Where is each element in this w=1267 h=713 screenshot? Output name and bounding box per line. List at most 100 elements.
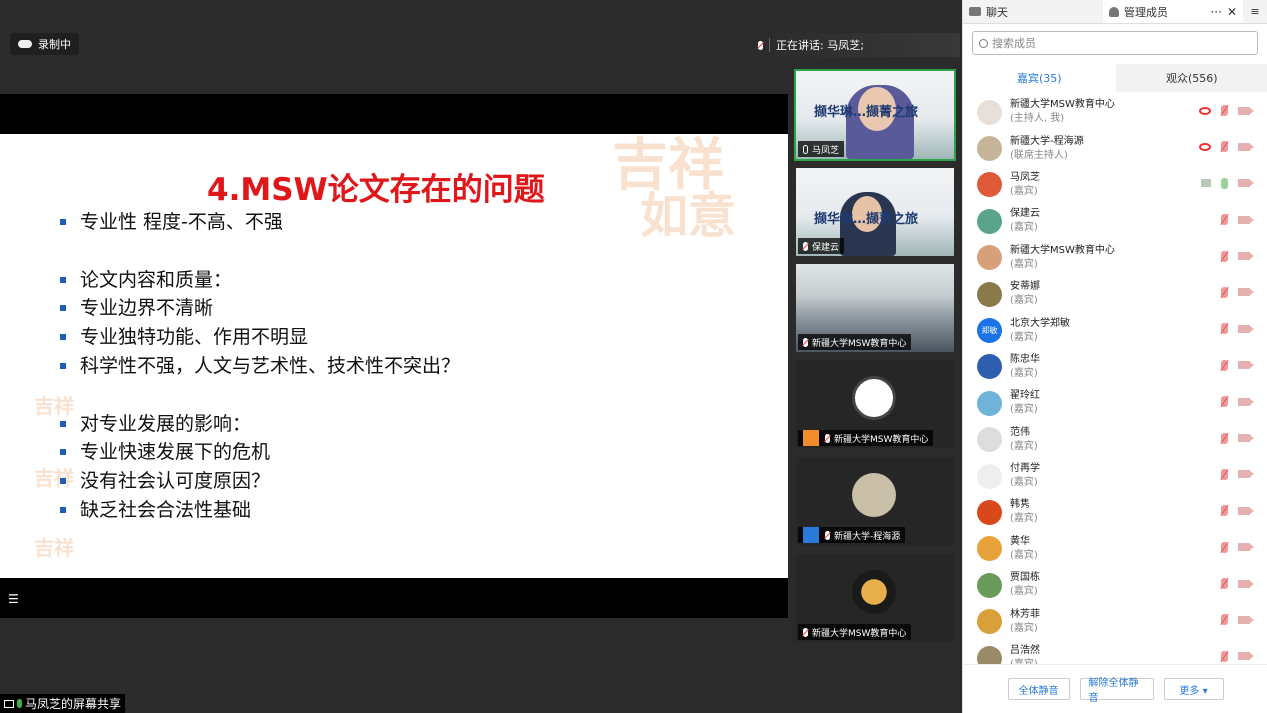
member-row[interactable]: 马凤芝 (嘉宾) <box>963 167 1267 203</box>
camera-off-icon[interactable] <box>1238 288 1254 297</box>
video-tile[interactable]: 撷华琳…撷菁之旅 保建云 <box>796 168 954 256</box>
tab-audience[interactable]: 观众(556) <box>1115 64 1267 92</box>
member-info: 新疆大学MSW教育中心 (嘉宾) <box>1010 244 1115 272</box>
eye-icon[interactable] <box>1199 142 1211 151</box>
member-row[interactable]: 付再学 (嘉宾) <box>963 458 1267 494</box>
camera-off-icon[interactable] <box>1238 506 1254 515</box>
member-row[interactable]: 吕浩然(嘉宾) <box>963 640 1267 664</box>
member-controls <box>1199 105 1254 116</box>
video-tile[interactable]: 撷华琳…撷菁之旅 马凤芝 <box>794 69 956 161</box>
mic-muted-icon[interactable] <box>1221 141 1228 153</box>
more-icon[interactable]: ··· <box>1210 5 1221 19</box>
member-name: 付再学 <box>1010 463 1040 475</box>
mic-muted-icon[interactable] <box>1221 105 1228 116</box>
video-tile[interactable]: 新疆大学MSW教育中心 <box>796 554 954 642</box>
video-tile-name: 新疆大学MSW教育中心 <box>812 338 907 349</box>
camera-off-icon[interactable] <box>1238 179 1254 188</box>
member-row[interactable]: 新疆大学-程海源 (联席主持人) <box>963 130 1267 166</box>
video-tile[interactable]: 新疆大学-程海源 <box>796 457 954 545</box>
member-name: 陈忠华 <box>1010 353 1040 365</box>
member-row[interactable]: 安蒂娜 (嘉宾) <box>963 276 1267 312</box>
search-input[interactable]: 搜索成员 <box>972 31 1258 55</box>
avatar <box>977 208 1002 234</box>
camera-off-icon[interactable] <box>1238 106 1254 115</box>
camera-off-icon[interactable] <box>1238 252 1254 261</box>
member-info: 韩隽 (嘉宾) <box>1010 498 1038 526</box>
mic-muted-icon[interactable] <box>1221 614 1228 626</box>
member-name: 安蒂娜 <box>1010 281 1040 293</box>
member-controls <box>1221 323 1254 335</box>
panel-actions: 全体静音 解除全体静音 更多 ▾ <box>963 664 1267 713</box>
camera-off-icon[interactable] <box>1238 361 1254 370</box>
video-tile-name: 马凤芝 <box>812 145 840 156</box>
member-row[interactable]: 郑敏 北京大学郑敏 (嘉宾) <box>963 312 1267 348</box>
member-row[interactable]: 黄华 (嘉宾) <box>963 531 1267 567</box>
mic-muted-icon <box>803 241 808 251</box>
video-banner: 撷华琳…撷菁之旅 <box>814 105 919 120</box>
tab-chat[interactable]: 聊天 <box>963 0 1103 23</box>
mic-muted-icon[interactable] <box>1221 505 1228 517</box>
avatar: 郑敏 <box>977 318 1002 344</box>
screen-share-label: 马凤芝的屏幕共享 <box>0 694 126 713</box>
member-row[interactable]: 新疆大学MSW教育中心 (嘉宾) <box>963 240 1267 276</box>
person-icon <box>1109 6 1119 17</box>
camera-off-icon[interactable] <box>1238 579 1254 588</box>
more-button[interactable]: 更多 ▾ <box>1163 678 1224 700</box>
video-tile[interactable]: 新疆大学MSW教育中心 <box>796 360 954 448</box>
mic-muted-icon[interactable] <box>1221 578 1228 590</box>
mute-all-button[interactable]: 全体静音 <box>1007 678 1070 700</box>
mic-muted-icon[interactable] <box>1221 396 1228 408</box>
mic-muted-icon[interactable] <box>1221 432 1228 444</box>
member-row[interactable]: 保建云 (嘉宾) <box>963 203 1267 239</box>
mic-muted-icon[interactable] <box>1221 650 1228 662</box>
unmute-all-button[interactable]: 解除全体静音 <box>1079 678 1154 704</box>
member-role: (嘉宾) <box>1010 295 1038 307</box>
panel-menu-icon[interactable]: ≡ <box>1243 0 1267 23</box>
camera-off-icon[interactable] <box>1238 142 1254 151</box>
slide-bullet: 对专业发展的影响： <box>58 410 460 439</box>
mic-muted-icon[interactable] <box>1221 468 1228 480</box>
monitor-icon <box>4 699 14 708</box>
camera-off-icon[interactable] <box>1238 615 1254 624</box>
camera-off-icon[interactable] <box>1238 543 1254 552</box>
tab-guests[interactable]: 嘉宾(35) <box>963 64 1116 92</box>
eye-icon[interactable] <box>1199 106 1211 115</box>
camera-off-icon[interactable] <box>1238 215 1254 224</box>
member-row[interactable]: 林芳菲 (嘉宾) <box>963 603 1267 639</box>
slide-bottom-bar <box>0 578 790 618</box>
search-placeholder: 搜索成员 <box>992 37 1036 50</box>
member-row[interactable]: 新疆大学MSW教育中心 (主持人, 我) <box>963 94 1267 130</box>
member-row[interactable]: 翟玲红 (嘉宾) <box>963 385 1267 421</box>
mic-muted-icon[interactable] <box>1221 286 1228 298</box>
member-role: (嘉宾) <box>1010 549 1038 561</box>
member-row[interactable]: 贾国栋 (嘉宾) <box>963 567 1267 603</box>
recording-indicator[interactable]: 录制中 <box>10 33 79 55</box>
avatar <box>977 645 1002 664</box>
close-icon[interactable]: ✕ <box>1227 5 1237 19</box>
screen-share-icon[interactable] <box>1201 179 1211 188</box>
member-tabs: 嘉宾(35) 观众(556) <box>963 64 1267 92</box>
mic-muted-icon[interactable] <box>1221 214 1228 226</box>
camera-off-icon[interactable] <box>1238 470 1254 479</box>
camera-off-icon[interactable] <box>1238 397 1254 406</box>
camera-off-icon[interactable] <box>1238 434 1254 443</box>
member-row[interactable]: 韩隽 (嘉宾) <box>963 494 1267 530</box>
decorative-stamp: 吉祥 <box>34 536 74 560</box>
mic-muted-icon[interactable] <box>1221 359 1228 371</box>
member-row[interactable]: 陈忠华 (嘉宾) <box>963 349 1267 385</box>
tab-members[interactable]: 管理成员 ··· ✕ <box>1103 0 1243 23</box>
avatar <box>977 390 1002 416</box>
video-tile[interactable]: 新疆大学MSW教育中心 <box>796 264 954 352</box>
list-menu-icon[interactable]: ☰ <box>8 592 22 606</box>
mic-muted-icon[interactable] <box>1221 323 1228 335</box>
mic-icon[interactable] <box>1221 177 1228 189</box>
member-row[interactable]: 范伟 (嘉宾) <box>963 422 1267 458</box>
camera-off-icon[interactable] <box>1238 324 1254 333</box>
slide-title: 4.MSW论文存在的问题 <box>207 172 545 208</box>
mic-muted-icon[interactable] <box>1221 541 1228 553</box>
camera-off-icon[interactable] <box>1238 652 1254 661</box>
video-tile-name: 新疆大学MSW教育中心 <box>834 434 929 445</box>
mic-muted-icon[interactable] <box>1221 250 1228 262</box>
member-info: 林芳菲 (嘉宾) <box>1010 608 1040 636</box>
slide-bullet: 缺乏社会合法性基础 <box>58 496 460 525</box>
